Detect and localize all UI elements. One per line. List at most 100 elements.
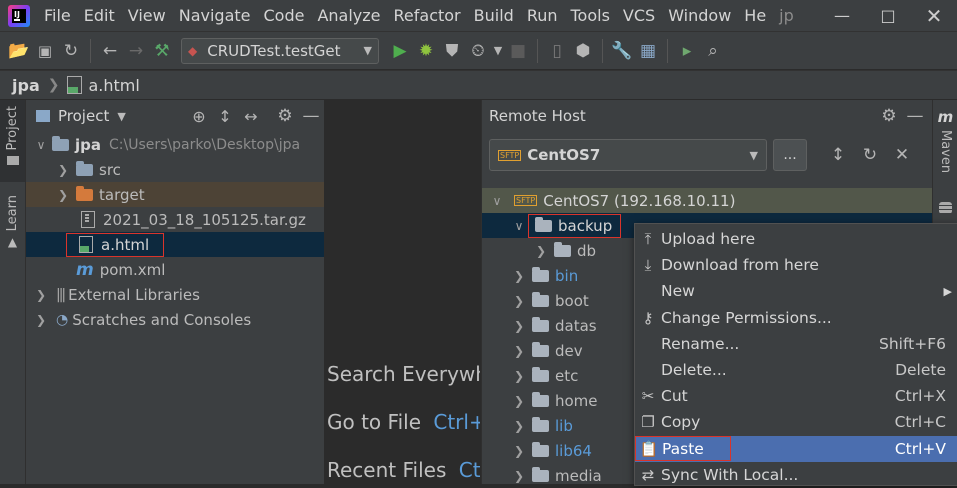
tree-item-archive[interactable]: 2021_03_18_105125.tar.gz — [26, 207, 324, 232]
expand-all-icon[interactable]: ↕ — [212, 103, 238, 129]
chevron-right-icon[interactable]: ❯ — [512, 444, 526, 458]
menu-refactor[interactable]: Refactor — [394, 6, 461, 25]
chevron-right-icon[interactable]: ❯ — [512, 319, 526, 333]
menu-item-new[interactable]: New ▶ — [635, 278, 957, 304]
menu-item-change-permissions[interactable]: ⚷ Change Permissions... — [635, 305, 957, 331]
wrench-icon[interactable]: 🔧 — [609, 38, 635, 64]
menu-vcs[interactable]: VCS — [623, 6, 655, 25]
database-icon[interactable] — [939, 202, 952, 214]
breadcrumb-file[interactable]: a.html — [88, 76, 139, 95]
tree-item-label: a.html — [101, 235, 150, 254]
debug-bug-icon[interactable]: ✹ — [413, 38, 439, 64]
copy-icon: ❐ — [641, 413, 655, 432]
chevron-down-icon[interactable]: ∨ — [512, 219, 526, 233]
locate-target-icon[interactable]: ⊕ — [186, 103, 212, 129]
hide-panel-icon[interactable]: — — [902, 103, 928, 129]
menu-item-delete[interactable]: Delete... Delete — [635, 357, 957, 383]
close-icon[interactable]: ✕ — [889, 142, 915, 168]
scissors-icon: ✂ — [641, 387, 655, 406]
menu-edit[interactable]: Edit — [84, 6, 115, 25]
run-config-select[interactable]: ◆ CRUDTest.testGet ▼ — [181, 37, 379, 64]
open-folder-icon[interactable]: 📂 — [6, 38, 32, 64]
minimize-icon[interactable]: — — [819, 6, 865, 25]
chevron-right-icon[interactable]: ❯ — [56, 188, 70, 202]
menu-item-shortcut: Delete — [895, 361, 946, 380]
project-structure-icon[interactable]: ▦ — [635, 38, 661, 64]
chevron-right-icon[interactable]: ❯ — [56, 163, 70, 177]
device-icon[interactable]: ▯ — [544, 38, 570, 64]
menu-item-rename[interactable]: Rename... Shift+F6 — [635, 331, 957, 357]
forward-arrow-icon[interactable]: → — [123, 38, 149, 64]
sync-icon[interactable]: ↻ — [58, 38, 84, 64]
profile-icon[interactable]: ⏲ — [465, 38, 491, 64]
menu-run[interactable]: Run — [527, 6, 558, 25]
maximize-icon[interactable]: □ — [865, 6, 911, 25]
search-icon[interactable]: ⌕ — [700, 38, 726, 64]
build-hammer-icon[interactable]: ⚒ — [149, 38, 175, 64]
chevron-down-icon[interactable]: ▼ — [491, 38, 505, 64]
chevron-down-icon[interactable]: ▼ — [117, 110, 125, 123]
save-icon[interactable]: ▣ — [32, 38, 58, 64]
menu-window[interactable]: Window — [668, 6, 731, 25]
remote-host-title: Remote Host — [489, 107, 586, 125]
tree-item-target[interactable]: ❯ target — [26, 182, 324, 207]
refresh-icon[interactable]: ↻ — [857, 142, 883, 168]
app-logo-icon[interactable]: IJ — [8, 4, 30, 27]
gear-icon[interactable]: ⚙ — [272, 103, 298, 129]
hide-panel-icon[interactable]: — — [298, 103, 324, 129]
chevron-right-icon[interactable]: ❯ — [512, 369, 526, 383]
menu-item-cut[interactable]: ✂ Cut Ctrl+X — [635, 383, 957, 409]
tree-item-root[interactable]: ∨ jpa C:\Users\parko\Desktop\jpa — [26, 132, 324, 157]
chevron-right-icon[interactable]: ❯ — [512, 419, 526, 433]
menu-help[interactable]: He — [744, 6, 766, 25]
chevron-right-icon[interactable]: ❯ — [34, 313, 48, 327]
tree-item-src[interactable]: ❯ src — [26, 157, 324, 182]
stop-icon[interactable]: ■ — [505, 38, 531, 64]
tab-maven[interactable]: m Maven — [933, 108, 957, 173]
coverage-icon[interactable]: ⛊ — [439, 38, 465, 64]
chevron-down-icon[interactable]: ∨ — [490, 194, 504, 208]
gear-icon[interactable]: ⚙ — [876, 103, 902, 129]
sftp-icon: SFTP — [514, 195, 538, 206]
close-window-icon[interactable]: ✕ — [911, 4, 957, 28]
collapse-all-icon[interactable]: ↔ — [238, 103, 264, 129]
chevron-right-icon[interactable]: ❯ — [512, 394, 526, 408]
chevron-right-icon[interactable]: ❯ — [512, 294, 526, 308]
collapse-icon[interactable]: ↕ — [825, 142, 851, 168]
browse-button[interactable]: ... — [773, 139, 807, 171]
menu-item-download-from-here[interactable]: ⤓ Download from here — [635, 252, 957, 278]
chevron-right-icon[interactable]: ❯ — [534, 244, 548, 258]
server-select[interactable]: SFTP CentOS7 ▼ — [489, 139, 767, 171]
menu-navigate[interactable]: Navigate — [179, 6, 251, 25]
back-arrow-icon[interactable]: ← — [97, 38, 123, 64]
hint-shortcut: Ctrl+Shift+N — [433, 410, 480, 434]
tree-item-pom[interactable]: m pom.xml — [26, 257, 324, 282]
package-icon[interactable]: ⬢ — [570, 38, 596, 64]
remote-tree-root[interactable]: ∨ SFTP CentOS7 (192.168.10.11) — [482, 188, 932, 213]
project-view-select[interactable]: Project — [58, 107, 109, 125]
tab-project[interactable]: Project — [0, 100, 25, 182]
menu-item-upload-here[interactable]: ⤒ Upload here — [635, 226, 957, 252]
tree-item-a-html[interactable]: a.html — [26, 232, 324, 257]
menu-tools[interactable]: Tools — [571, 6, 610, 25]
chevron-right-icon[interactable]: ❯ — [512, 269, 526, 283]
tab-learn[interactable]: Learn ▲ — [0, 195, 25, 255]
run-icon[interactable]: ▶ — [387, 38, 413, 64]
chevron-down-icon[interactable]: ∨ — [34, 138, 48, 152]
chevron-right-icon[interactable]: ❯ — [34, 288, 48, 302]
terminal-icon[interactable]: ▸ — [674, 38, 700, 64]
chevron-right-icon[interactable]: ❯ — [512, 469, 526, 483]
menu-item-paste[interactable]: 📋 Paste Ctrl+V — [635, 435, 957, 462]
menu-view[interactable]: View — [128, 6, 166, 25]
tree-item-scratches[interactable]: ❯ ◔ Scratches and Consoles — [26, 307, 324, 332]
breadcrumb-project[interactable]: jpa — [12, 76, 40, 95]
chevron-right-icon[interactable]: ❯ — [512, 344, 526, 358]
menu-analyze[interactable]: Analyze — [317, 6, 380, 25]
menu-code[interactable]: Code — [264, 6, 305, 25]
menu-build[interactable]: Build — [474, 6, 514, 25]
folder-icon — [532, 416, 549, 432]
tree-item-external-libraries[interactable]: ❯ ||| External Libraries — [26, 282, 324, 307]
maven-m-icon: m — [937, 108, 954, 126]
menu-file[interactable]: File — [44, 6, 71, 25]
menu-item-copy[interactable]: ❐ Copy Ctrl+C — [635, 409, 957, 435]
